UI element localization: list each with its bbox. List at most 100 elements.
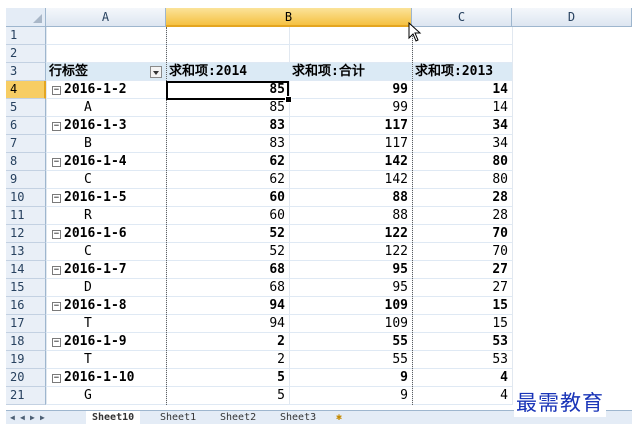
row-header-14[interactable]: 14 bbox=[6, 261, 46, 279]
cell-c13[interactable]: 122 bbox=[289, 243, 412, 261]
collapse-minus-icon[interactable]: − bbox=[52, 338, 61, 347]
cell-b17[interactable]: 94 bbox=[166, 315, 289, 333]
cell-a20[interactable]: −2016-1-10 bbox=[46, 369, 166, 387]
cell-b19[interactable]: 2 bbox=[166, 351, 289, 369]
cell-b16[interactable]: 94 bbox=[166, 297, 289, 315]
row-header-15[interactable]: 15 bbox=[6, 279, 46, 297]
cell-c10[interactable]: 88 bbox=[289, 189, 412, 207]
collapse-minus-icon[interactable]: − bbox=[52, 266, 61, 275]
row-header-5[interactable]: 5 bbox=[6, 99, 46, 117]
cell-a6[interactable]: −2016-1-3 bbox=[46, 117, 166, 135]
cell-c8[interactable]: 142 bbox=[289, 153, 412, 171]
cell-b8[interactable]: 62 bbox=[166, 153, 289, 171]
cell-c3[interactable]: 求和项:合计 bbox=[289, 63, 412, 81]
row-header-17[interactable]: 17 bbox=[6, 315, 46, 333]
cell-c16[interactable]: 109 bbox=[289, 297, 412, 315]
cell-c20[interactable]: 9 bbox=[289, 369, 412, 387]
collapse-minus-icon[interactable]: − bbox=[52, 194, 61, 203]
cell-d15[interactable]: 27 bbox=[412, 279, 512, 297]
cell-c14[interactable]: 95 bbox=[289, 261, 412, 279]
column-header-a[interactable]: A bbox=[46, 8, 166, 27]
collapse-minus-icon[interactable]: − bbox=[52, 122, 61, 131]
row-header-6[interactable]: 6 bbox=[6, 117, 46, 135]
cell-b21[interactable]: 5 bbox=[166, 387, 289, 405]
cell-d21[interactable]: 4 bbox=[412, 387, 512, 405]
collapse-minus-icon[interactable]: − bbox=[52, 230, 61, 239]
row-header-9[interactable]: 9 bbox=[6, 171, 46, 189]
cell-a21[interactable]: G bbox=[46, 387, 166, 405]
cell-b12[interactable]: 52 bbox=[166, 225, 289, 243]
first-sheet-nav-icon[interactable]: ◀ bbox=[10, 411, 15, 424]
cell-b3[interactable]: 求和项:2014 bbox=[166, 63, 289, 81]
row-header-7[interactable]: 7 bbox=[6, 135, 46, 153]
cell-c12[interactable]: 122 bbox=[289, 225, 412, 243]
cell-b2[interactable] bbox=[166, 45, 289, 63]
last-sheet-nav-icon[interactable]: ▶ bbox=[40, 411, 45, 424]
cell-c17[interactable]: 109 bbox=[289, 315, 412, 333]
cell-b7[interactable]: 83 bbox=[166, 135, 289, 153]
cell-a16[interactable]: −2016-1-8 bbox=[46, 297, 166, 315]
cell-a12[interactable]: −2016-1-6 bbox=[46, 225, 166, 243]
cell-d13[interactable]: 70 bbox=[412, 243, 512, 261]
row-header-8[interactable]: 8 bbox=[6, 153, 46, 171]
cell-c19[interactable]: 55 bbox=[289, 351, 412, 369]
cell-b14[interactable]: 68 bbox=[166, 261, 289, 279]
row-header-11[interactable]: 11 bbox=[6, 207, 46, 225]
sheet-tab-sheet1[interactable]: Sheet1 bbox=[154, 411, 202, 424]
row-header-3[interactable]: 3 bbox=[6, 63, 46, 81]
collapse-minus-icon[interactable]: − bbox=[52, 158, 61, 167]
row-header-12[interactable]: 12 bbox=[6, 225, 46, 243]
cell-a3[interactable]: 行标签 bbox=[46, 63, 166, 81]
row-header-19[interactable]: 19 bbox=[6, 351, 46, 369]
cell-d7[interactable]: 34 bbox=[412, 135, 512, 153]
row-header-2[interactable]: 2 bbox=[6, 45, 46, 63]
row-header-4[interactable]: 4 bbox=[6, 81, 46, 99]
cell-d16[interactable]: 15 bbox=[412, 297, 512, 315]
next-sheet-nav-icon[interactable]: ▶ bbox=[30, 411, 35, 424]
row-header-1[interactable]: 1 bbox=[6, 27, 46, 45]
cell-a13[interactable]: C bbox=[46, 243, 166, 261]
filter-dropdown-icon[interactable] bbox=[150, 66, 162, 78]
cell-c1[interactable] bbox=[289, 27, 412, 45]
cell-d2[interactable] bbox=[412, 45, 512, 63]
cell-a5[interactable]: A bbox=[46, 99, 166, 117]
select-all-corner[interactable] bbox=[6, 8, 46, 27]
cell-a2[interactable] bbox=[46, 45, 166, 63]
cell-c15[interactable]: 95 bbox=[289, 279, 412, 297]
cell-b20[interactable]: 5 bbox=[166, 369, 289, 387]
cell-a19[interactable]: T bbox=[46, 351, 166, 369]
spreadsheet-grid[interactable]: A B C D 1 2 3 行标签 求和项:2014 求和项:合计 求和项:2013 4−20… bbox=[6, 8, 632, 424]
column-header-c[interactable]: C bbox=[412, 8, 512, 27]
row-header-10[interactable]: 10 bbox=[6, 189, 46, 207]
row-header-20[interactable]: 20 bbox=[6, 369, 46, 387]
cell-b18[interactable]: 2 bbox=[166, 333, 289, 351]
column-header-d[interactable]: D bbox=[512, 8, 632, 27]
cell-d11[interactable]: 28 bbox=[412, 207, 512, 225]
fill-handle[interactable] bbox=[285, 96, 292, 103]
cell-c7[interactable]: 117 bbox=[289, 135, 412, 153]
cell-a15[interactable]: D bbox=[46, 279, 166, 297]
cell-a7[interactable]: B bbox=[46, 135, 166, 153]
cell-c9[interactable]: 142 bbox=[289, 171, 412, 189]
cell-a18[interactable]: −2016-1-9 bbox=[46, 333, 166, 351]
cell-b6[interactable]: 83 bbox=[166, 117, 289, 135]
cell-c11[interactable]: 88 bbox=[289, 207, 412, 225]
column-header-b[interactable]: B bbox=[166, 8, 412, 27]
cell-d6[interactable]: 34 bbox=[412, 117, 512, 135]
cell-d12[interactable]: 70 bbox=[412, 225, 512, 243]
cell-b13[interactable]: 52 bbox=[166, 243, 289, 261]
cell-a4[interactable]: −2016-1-2 bbox=[46, 81, 166, 99]
cell-d20[interactable]: 4 bbox=[412, 369, 512, 387]
cell-a8[interactable]: −2016-1-4 bbox=[46, 153, 166, 171]
prev-sheet-nav-icon[interactable]: ◀ bbox=[20, 411, 25, 424]
cell-c4[interactable]: 99 bbox=[289, 81, 412, 99]
cell-a11[interactable]: R bbox=[46, 207, 166, 225]
cell-a1[interactable] bbox=[46, 27, 166, 45]
row-header-16[interactable]: 16 bbox=[6, 297, 46, 315]
selected-cell-B4[interactable] bbox=[166, 81, 289, 100]
cell-d4[interactable]: 14 bbox=[412, 81, 512, 99]
cell-b10[interactable]: 60 bbox=[166, 189, 289, 207]
cell-b9[interactable]: 62 bbox=[166, 171, 289, 189]
cell-d8[interactable]: 80 bbox=[412, 153, 512, 171]
cell-d1[interactable] bbox=[412, 27, 512, 45]
